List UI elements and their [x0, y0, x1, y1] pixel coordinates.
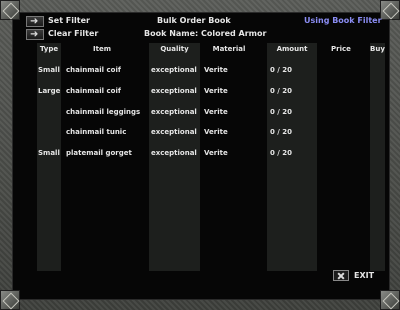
row-material: Verite [204, 149, 228, 157]
row-amount: 0 / 20 [270, 149, 293, 157]
clear-filter-label[interactable]: Clear Filter [48, 29, 98, 39]
row-type: Small [38, 66, 60, 74]
clear-filter-button[interactable]: ➜ [26, 29, 44, 40]
row-item: chainmail tunic [66, 128, 127, 136]
table-row[interactable]: chainmail tunic exceptional Verite 0 / 2… [0, 127, 400, 137]
header-item: Item [93, 45, 111, 53]
book-name: Book Name: Colored Armor [144, 29, 267, 38]
filter-status: Using Book Filter [304, 16, 382, 25]
set-filter-label[interactable]: Set Filter [48, 16, 90, 26]
row-quality: exceptional [151, 87, 197, 95]
row-item: chainmail leggings [66, 108, 141, 116]
header-amount: Amount [276, 45, 308, 53]
header-material: Material [212, 45, 246, 53]
corner-ornament [0, 0, 20, 20]
row-material: Verite [204, 108, 228, 116]
row-item: chainmail coif [66, 66, 121, 74]
row-type: Large [38, 87, 61, 95]
arrow-icon: ➜ [30, 29, 39, 40]
header-quality: Quality [160, 45, 189, 53]
row-item: platemail gorget [66, 149, 132, 157]
table-row[interactable]: Small platemail gorget exceptional Verit… [0, 148, 400, 158]
header-type: Type [39, 45, 59, 53]
exit-button[interactable] [333, 270, 349, 281]
table-row[interactable]: Large chainmail coif exceptional Verite … [0, 86, 400, 96]
table-row[interactable]: Small chainmail coif exceptional Verite … [0, 65, 400, 75]
row-amount: 0 / 20 [270, 66, 293, 74]
row-quality: exceptional [151, 149, 197, 157]
corner-ornament [380, 0, 400, 20]
row-quality: exceptional [151, 128, 197, 136]
row-amount: 0 / 20 [270, 87, 293, 95]
row-material: Verite [204, 87, 228, 95]
bulk-order-book-window: ➜ Set Filter ➜ Clear Filter Bulk Order B… [0, 0, 400, 310]
row-item: chainmail coif [66, 87, 121, 95]
header-buy: Buy [370, 45, 385, 53]
row-material: Verite [204, 66, 228, 74]
row-material: Verite [204, 128, 228, 136]
set-filter-button[interactable]: ➜ [26, 16, 44, 27]
row-quality: exceptional [151, 66, 197, 74]
row-amount: 0 / 20 [270, 108, 293, 116]
header-price: Price [331, 45, 351, 53]
corner-ornament [0, 290, 20, 310]
table-row[interactable]: chainmail leggings exceptional Verite 0 … [0, 107, 400, 117]
exit-label[interactable]: EXIT [354, 271, 374, 281]
row-type: Small [38, 149, 60, 157]
arrow-icon: ➜ [30, 16, 39, 27]
row-amount: 0 / 20 [270, 128, 293, 136]
corner-ornament [380, 290, 400, 310]
window-title: Bulk Order Book [157, 16, 231, 25]
row-quality: exceptional [151, 108, 197, 116]
